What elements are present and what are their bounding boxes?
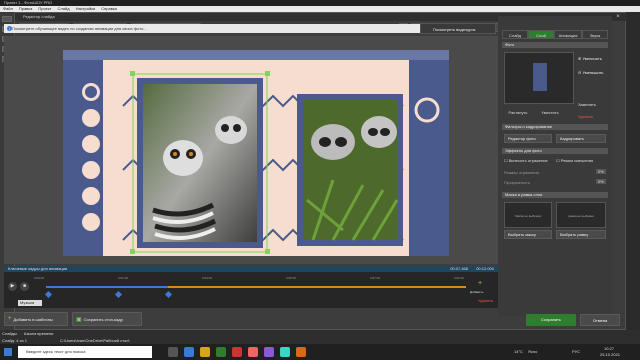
zoom-in-icon: ⊕ — [578, 56, 582, 61]
add-keyframe-icon[interactable]: + — [478, 280, 482, 287]
reflection-size-label: Размер отражения — [504, 170, 539, 175]
info-icon: i — [7, 26, 12, 31]
clock-time[interactable]: 10:27 — [604, 346, 614, 351]
photoshow-app-icon[interactable] — [296, 347, 306, 357]
edge-icon[interactable] — [184, 347, 194, 357]
slide-preview[interactable] — [63, 50, 449, 256]
clock-date: 25.10.2021 — [600, 352, 621, 357]
delete-photo-button[interactable]: Удалить — [578, 114, 593, 119]
filters-header: Фильтры и кадрирование — [502, 124, 608, 130]
timeline[interactable]: ▶ ■ 0:00.00 0:01.00 0:03.00 0:05.00 0:07… — [4, 272, 498, 308]
slides-tab[interactable]: Слайды — [2, 331, 17, 336]
weather-desc: Ясно — [528, 349, 538, 354]
plus-icon: + — [8, 316, 12, 322]
effects-header: Эффекты для фото — [502, 148, 608, 154]
tab-layer[interactable]: Слой — [528, 30, 554, 39]
crop-button[interactable]: Кадрировать — [556, 134, 606, 143]
zoom-out-icon: ⊖ — [578, 70, 582, 75]
photo-thumbnail-area — [504, 52, 574, 104]
save-button[interactable]: Сохранить — [526, 314, 576, 326]
store-icon[interactable] — [216, 347, 226, 357]
status-bar: Слайды Шкала времени Слайд: 4 из 1 C:\Us… — [0, 330, 640, 344]
app-icon[interactable] — [280, 347, 290, 357]
frame-preview: рамка не выбрана — [556, 202, 606, 228]
add-keyframe-label: Добавить — [470, 290, 484, 294]
replace-button[interactable]: Заменить — [578, 102, 596, 107]
reflection-size-value[interactable]: 0% — [596, 169, 606, 174]
zoom-out-button[interactable]: ⊖ Уменьшить — [578, 70, 603, 75]
blend-mode-checkbox[interactable]: ☐ Режим смешения — [556, 158, 593, 163]
watch-video-button[interactable]: Посмотреть видеоурок — [420, 23, 496, 34]
close-icon[interactable]: × — [613, 13, 623, 21]
photo-editor-button[interactable]: Редактор фото — [504, 134, 552, 143]
playhead-progress — [46, 286, 168, 288]
transparency-value[interactable]: 0% — [596, 179, 606, 184]
strip-button[interactable] — [2, 16, 12, 22]
language-indicator[interactable]: РУС — [572, 349, 580, 354]
timeline-tab[interactable]: Шкала времени — [24, 331, 53, 336]
weather-temp[interactable]: 14°C — [514, 349, 523, 354]
add-to-templates-button[interactable]: + Добавить в шаблоны — [4, 312, 68, 326]
reflection-checkbox[interactable]: ☐ Включить отражение — [504, 158, 548, 163]
task-view-icon[interactable] — [168, 347, 178, 357]
mask-preview: Маска не выбрана — [504, 202, 552, 228]
slide-artwork — [63, 50, 449, 256]
keyframe-marker[interactable] — [164, 290, 173, 299]
keyframe-marker[interactable] — [114, 290, 123, 299]
play-icon[interactable]: ▶ — [8, 282, 17, 291]
explorer-icon[interactable] — [200, 347, 210, 357]
project-path: C:\Users\Ivan\OneDrive\Рабочий стол\ — [60, 338, 130, 343]
windows-start-icon[interactable] — [4, 348, 12, 356]
tab-slide[interactable]: Слайд — [502, 30, 528, 39]
slide-info: Слайд: 4 из 1 — [2, 338, 27, 343]
tab-sound[interactable]: Звука — [582, 30, 608, 39]
tab-animation[interactable]: Анимация — [554, 30, 582, 39]
cancel-button[interactable]: Отмена — [580, 314, 620, 326]
right-panel: Слайд Слой Анимация Звука Фото ⊕ Увеличи… — [498, 16, 612, 316]
photo-section-header: Фото — [502, 42, 608, 48]
camera-icon: ▣ — [76, 316, 82, 323]
save-freeze-frame-button[interactable]: ▣ Сохранить стоп-кадр — [72, 312, 142, 326]
keyframe-marker[interactable] — [44, 290, 53, 299]
taskbar-search[interactable]: Введите здесь текст для поиска — [18, 346, 152, 358]
timeline-ruler: 0:00.00 0:01.00 0:03.00 0:05.00 0:07.00 … — [34, 276, 464, 280]
delete-keyframe-label[interactable]: Удалить — [478, 298, 493, 303]
stop-icon[interactable]: ■ — [20, 282, 29, 291]
bottom-bar: + Добавить в шаблоны ▣ Сохранить стоп-кадр — [4, 312, 498, 326]
zoom-in-button[interactable]: ⊕ Увеличить — [578, 56, 602, 61]
timeline-label: Ключевые кадры для анимации — [8, 266, 68, 271]
transparency-label: Прозрачность — [504, 180, 530, 185]
app-icon[interactable] — [248, 347, 258, 357]
stretch-button[interactable]: Растянуть — [506, 110, 530, 118]
app-icon[interactable] — [264, 347, 274, 357]
choose-mask-button[interactable]: Выбрать маску — [504, 230, 552, 239]
app-icon[interactable] — [232, 347, 242, 357]
music-label[interactable]: Музыка — [18, 300, 42, 306]
photo-thumbnail — [533, 63, 547, 91]
choose-frame-button[interactable]: Выбрать рамку — [556, 230, 606, 239]
fit-button[interactable]: Уместить — [538, 110, 562, 118]
mask-header: Маска и рамка слоя — [502, 192, 608, 198]
